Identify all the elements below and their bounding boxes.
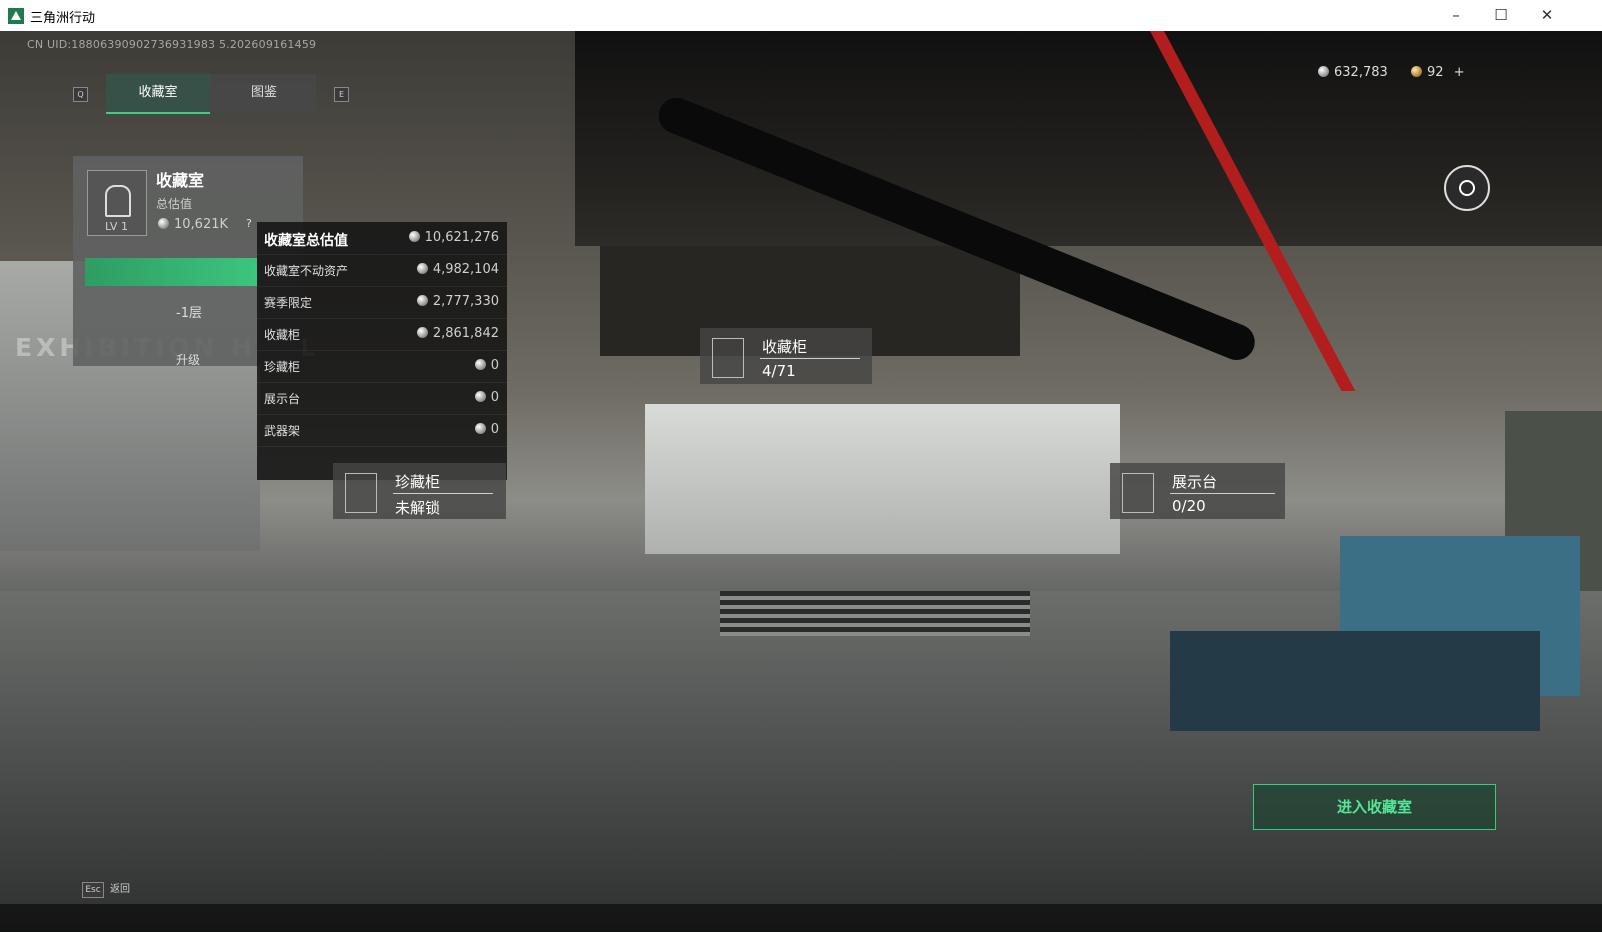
cabinet-icon — [712, 338, 744, 378]
back-hint[interactable]: Esc 返回 — [82, 880, 130, 898]
tab-bar: 收藏室 图鉴 — [106, 74, 316, 114]
window-titlebar: 三角洲行动 – ☐ ✕ — [0, 0, 1602, 32]
floor-label[interactable]: -1层 — [176, 302, 202, 321]
e-key-hint: E — [334, 87, 349, 102]
value-row-value: 2,861,842 — [416, 326, 499, 341]
window-title: 三角洲行动 — [30, 11, 96, 26]
scene-bench — [1170, 631, 1540, 731]
value-row-value: 0 — [474, 422, 499, 437]
value-row-label: 展示台 — [264, 392, 301, 406]
silver-coin-icon — [416, 263, 428, 274]
upgrade-button[interactable]: 升级 — [176, 351, 200, 368]
treasure-cabinet-name: 珍藏柜 — [395, 473, 441, 491]
silver-coin-icon — [474, 423, 486, 434]
scene-stairs — [720, 591, 1030, 636]
silver-coin-icon — [408, 231, 420, 242]
value-row-value: 0 — [474, 390, 499, 405]
enter-collection-room-button[interactable]: 进入收藏室 — [1253, 784, 1496, 830]
back-label: 返回 — [110, 884, 130, 895]
settings-icon[interactable] — [1444, 165, 1490, 211]
value-row: 收藏室不动资产 4,982,104 — [257, 254, 507, 287]
close-button[interactable]: ✕ — [1524, 0, 1570, 31]
value-row-value: 4,982,104 — [416, 262, 499, 277]
display-stand-name: 展示台 — [1172, 473, 1218, 491]
add-currency-button[interactable]: + — [1454, 65, 1465, 80]
marker-divider — [760, 358, 860, 359]
value-row-label: 武器架 — [264, 424, 301, 438]
tab-collection-room[interactable]: 收藏室 — [106, 74, 210, 114]
app-logo-icon — [8, 8, 24, 24]
value-row-label: 收藏柜 — [264, 328, 301, 342]
summary-value-label: 总估值 — [156, 197, 193, 211]
value-row: 收藏柜 2,861,842 — [257, 318, 507, 351]
treasure-cabinet-marker[interactable]: 珍藏柜 未解锁 — [333, 463, 506, 519]
value-row: 珍藏柜 0 — [257, 350, 507, 383]
esc-key-hint: Esc — [82, 882, 104, 898]
value-row: 展示台 0 — [257, 382, 507, 415]
marker-divider — [1170, 493, 1275, 494]
marker-divider — [393, 493, 493, 494]
silver-coin-icon — [1318, 66, 1329, 77]
tab-catalog[interactable]: 图鉴 — [212, 74, 316, 112]
summary-value: 10,621K — [158, 217, 228, 232]
gold-amount: 92 — [1427, 65, 1444, 80]
uid-label: CN UID:18806390902736931983 5.2026091614… — [27, 38, 317, 51]
value-breakdown-tooltip: 收藏室总估值 10,621,276 收藏室不动资产 4,982,104 赛季限定… — [257, 222, 507, 480]
cabinet-count: 4/71 — [762, 362, 796, 380]
value-row-value: 2,777,330 — [416, 294, 499, 309]
summary-title: 收藏室 — [156, 171, 205, 190]
summary-value-text: 10,621K — [174, 217, 229, 232]
maximize-button[interactable]: ☐ — [1478, 0, 1524, 31]
bottom-bar — [0, 904, 1602, 932]
display-stand-marker[interactable]: 展示台 0/20 — [1110, 463, 1285, 519]
scene-cabinet-wall — [645, 404, 1120, 554]
silver-coin-icon — [474, 359, 486, 370]
silver-coin-icon — [474, 391, 486, 402]
value-row-label: 收藏室总估值 — [264, 233, 348, 249]
silver-amount: 632,783 — [1334, 65, 1388, 80]
display-stand-icon — [1122, 473, 1154, 513]
silver-coin-icon — [158, 218, 169, 229]
q-key-hint: Q — [73, 87, 88, 102]
cabinet-name: 收藏柜 — [762, 338, 808, 356]
gold-coin-icon — [1411, 66, 1422, 77]
value-row-value: 10,621,276 — [408, 230, 499, 245]
game-viewport: CN UID:18806390902736931983 5.2026091614… — [0, 31, 1602, 932]
value-row-value: 0 — [474, 358, 499, 373]
silver-currency: 632,783 — [1318, 65, 1388, 80]
room-level: LV 1 — [105, 220, 128, 233]
silver-coin-icon — [416, 295, 428, 306]
value-row: 收藏室总估值 10,621,276 — [257, 222, 507, 255]
value-row-label: 收藏室不动资产 — [264, 264, 349, 278]
value-row: 赛季限定 2,777,330 — [257, 286, 507, 319]
display-stand-count: 0/20 — [1172, 497, 1206, 515]
floor-selector-active[interactable] — [85, 258, 257, 286]
value-row-label: 珍藏柜 — [264, 360, 301, 374]
treasure-cabinet-icon — [345, 473, 377, 513]
treasure-cabinet-status: 未解锁 — [395, 499, 441, 517]
gold-currency: 92 + — [1411, 65, 1465, 80]
value-row: 武器架 0 — [257, 414, 507, 447]
silver-coin-icon — [416, 327, 428, 338]
value-row-label: 赛季限定 — [264, 296, 313, 310]
cabinet-marker[interactable]: 收藏柜 4/71 — [700, 328, 872, 384]
minimize-button[interactable]: – — [1433, 0, 1479, 31]
